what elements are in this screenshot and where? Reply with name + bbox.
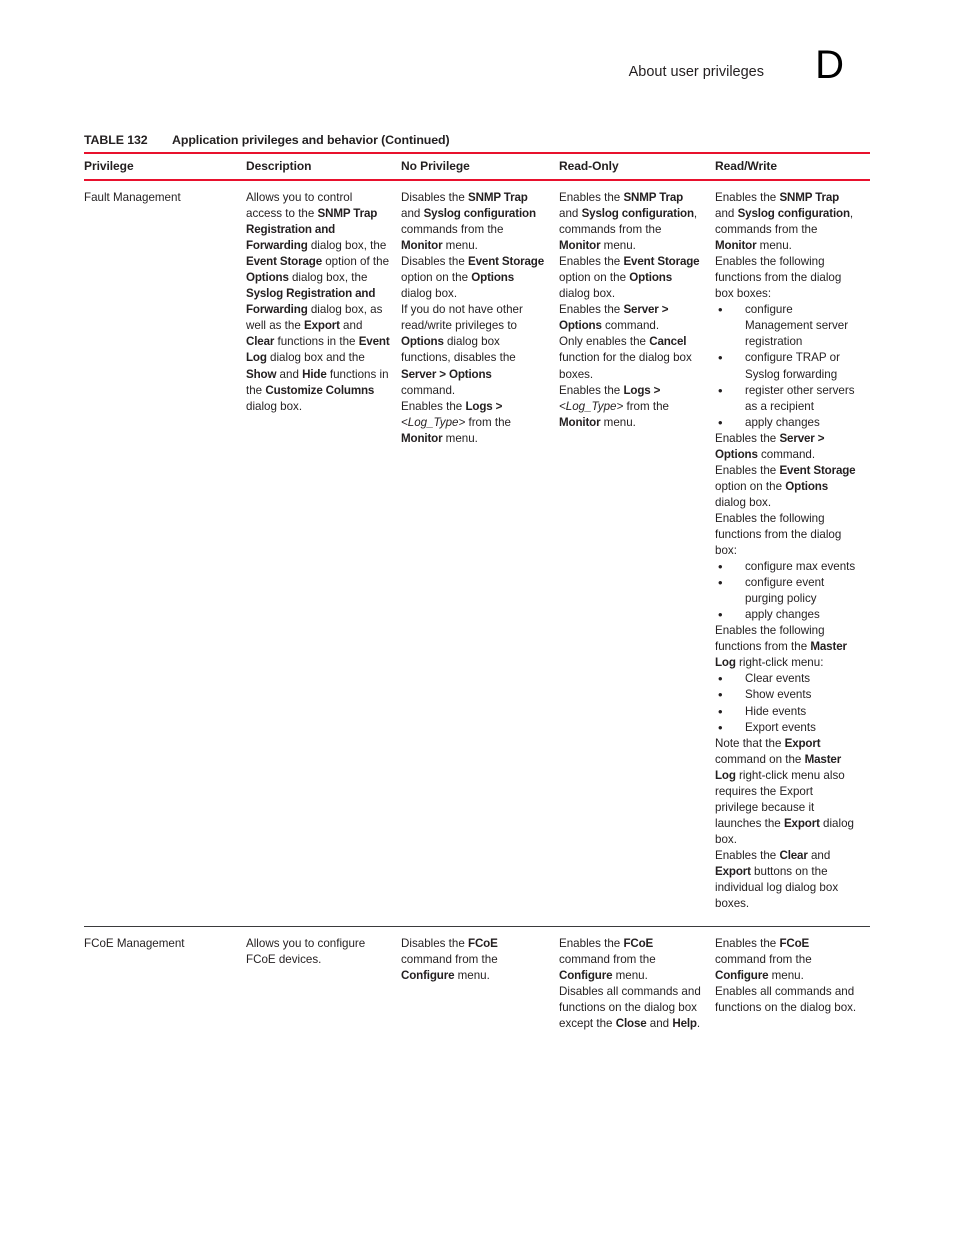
- chapter-title: About user privileges: [628, 64, 764, 80]
- page-running-header: About user privileges D: [80, 45, 874, 100]
- column-header-read-only: Read-Only: [559, 159, 619, 173]
- cell-read-write: Enables the FCoE command from the Config…: [715, 937, 857, 1015]
- cell-privilege: Fault Management: [84, 191, 181, 204]
- table-row: Fault Management Allows you to control a…: [84, 180, 870, 927]
- cell-no-privilege: Disables the FCoE command from the Confi…: [401, 937, 498, 983]
- cell-no-privilege: Disables the SNMP Trap and Syslog config…: [401, 191, 545, 445]
- table-body: Fault Management Allows you to control a…: [84, 180, 870, 1046]
- privileges-table-block: TABLE 132 Application privileges and beha…: [84, 133, 870, 1046]
- cell-read-write: Enables the SNMP Trap and Syslog configu…: [715, 180, 870, 927]
- column-header-description: Description: [246, 159, 312, 173]
- cell-read-only: Enables the FCoE command from the Config…: [559, 937, 701, 1031]
- cell-description: Allows you to control access to the SNMP…: [246, 191, 390, 413]
- table-caption-text: Application privileges and behavior (Con…: [172, 133, 450, 147]
- table-header: Privilege Description No Privilege Read-…: [84, 154, 870, 180]
- column-header-no-privilege: No Privilege: [401, 159, 470, 173]
- column-header-privilege: Privilege: [84, 159, 134, 173]
- column-header-read-write: Read/Write: [715, 159, 777, 173]
- cell-privilege: FCoE Management: [84, 937, 185, 951]
- table-caption: TABLE 132 Application privileges and beha…: [84, 133, 870, 152]
- table-row: FCoE Management Allows you to configure …: [84, 927, 870, 1047]
- table-caption-number: TABLE 132: [84, 133, 148, 147]
- cell-description: Allows you to configure FCoE devices.: [246, 937, 366, 967]
- table-header-row: Privilege Description No Privilege Read-…: [84, 154, 870, 180]
- cell-read-only: Enables the SNMP Trap and Syslog configu…: [559, 191, 700, 429]
- application-privileges-table: Privilege Description No Privilege Read-…: [84, 154, 870, 1046]
- chapter-letter: D: [815, 43, 844, 87]
